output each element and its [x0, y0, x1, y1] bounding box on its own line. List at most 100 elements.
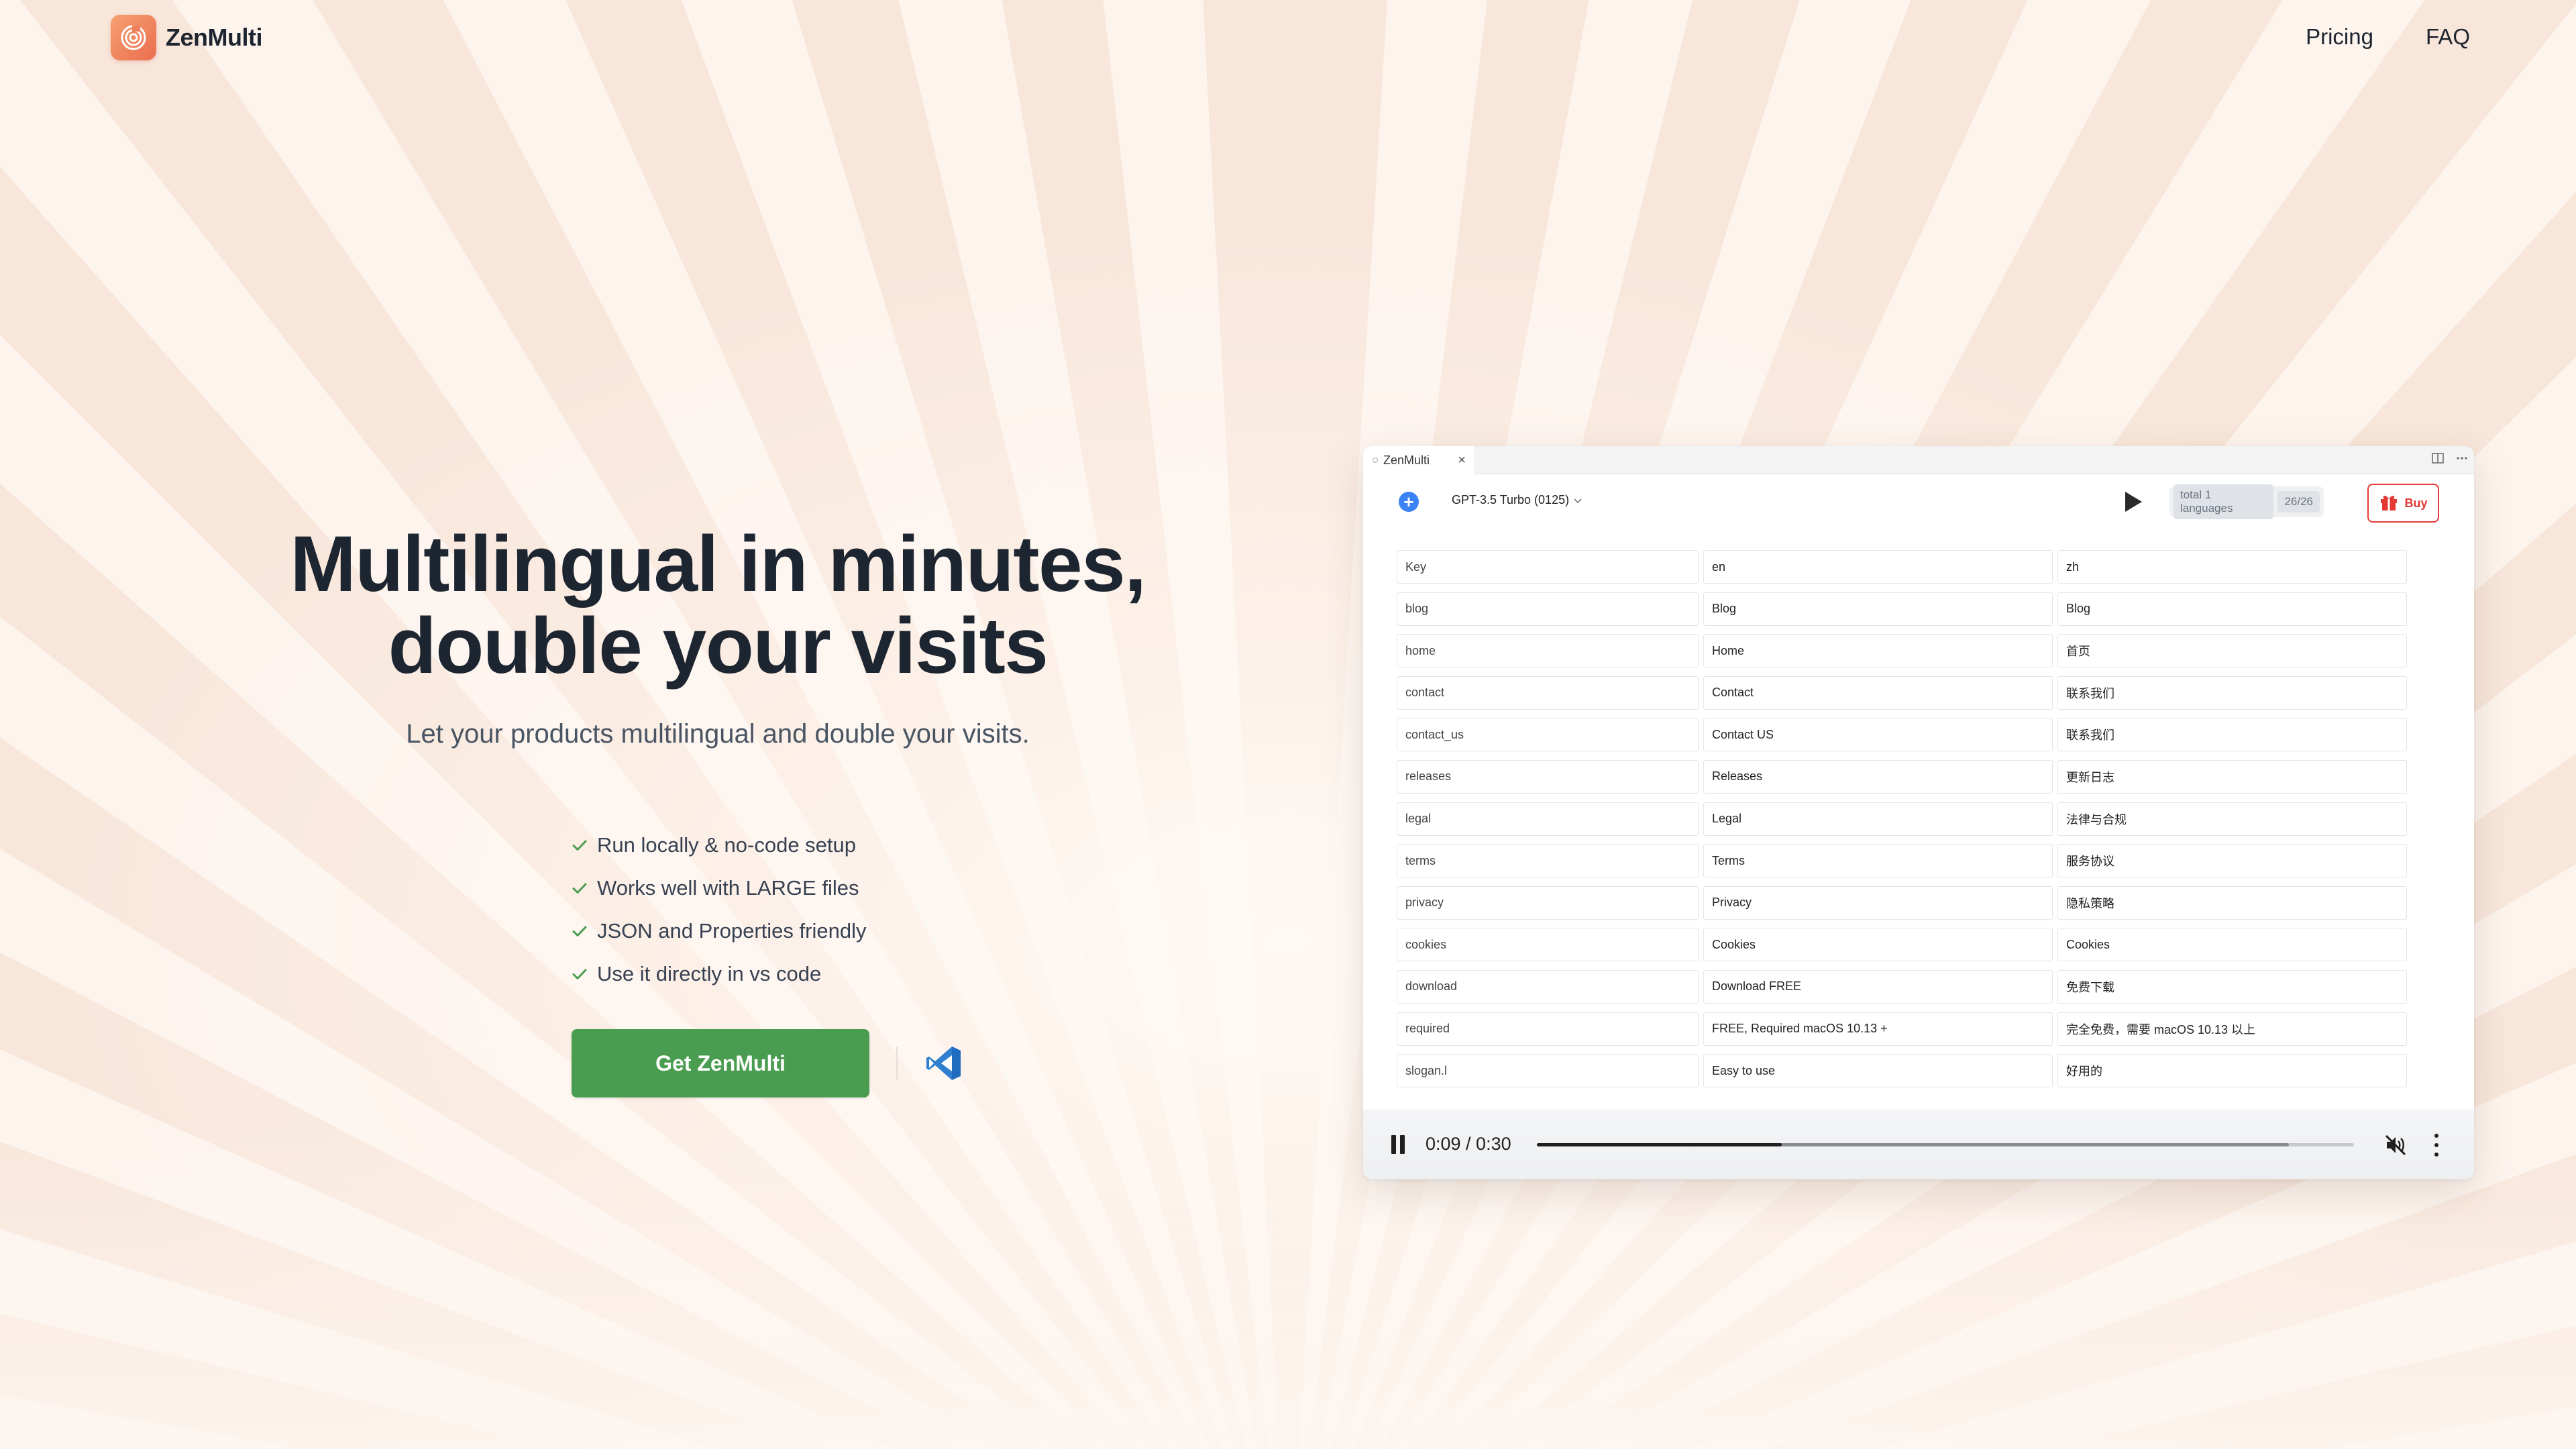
cta-row: Get ZenMulti — [572, 1029, 963, 1097]
key-cell[interactable]: releases — [1397, 759, 1699, 794]
en-cell[interactable]: Home — [1703, 634, 2053, 668]
en-cell[interactable]: Releases — [1703, 759, 2053, 794]
translation-table: Key en zh blog Blog Blog home Home 首页 co… — [1397, 550, 2410, 1096]
app-toolbar: + GPT-3.5 Turbo (0125) total 1 languages… — [1363, 474, 2474, 528]
video-progress-bar[interactable] — [1537, 1143, 2354, 1146]
zh-cell[interactable]: 联系我们 — [2057, 676, 2407, 710]
zh-cell[interactable]: 法律与合规 — [2057, 802, 2407, 836]
table-row: download Download FREE 免费下载 — [1397, 969, 2410, 1004]
check-icon — [570, 879, 589, 898]
divider — [896, 1047, 898, 1079]
table-row: home Home 首页 — [1397, 634, 2410, 668]
hero-subtitle: Let your products multilingual and doubl… — [406, 719, 1030, 749]
play-icon[interactable] — [2123, 490, 2143, 513]
site-header: ZenMulti Pricing FAQ — [0, 0, 2576, 75]
feature-item: Run locally & no-code setup — [570, 824, 866, 867]
zh-cell[interactable]: 联系我们 — [2057, 718, 2407, 752]
add-icon[interactable]: + — [1399, 492, 1419, 512]
brand-logo[interactable]: ZenMulti — [111, 15, 262, 60]
zh-cell[interactable]: 服务协议 — [2057, 844, 2407, 878]
feature-item: Works well with LARGE files — [570, 867, 866, 910]
en-cell[interactable]: Privacy — [1703, 885, 2053, 920]
more-actions-icon[interactable] — [2455, 451, 2469, 468]
feature-text: Works well with LARGE files — [597, 876, 859, 900]
chevron-down-icon — [1573, 495, 1582, 506]
tab-zenmulti[interactable]: ZenMulti × — [1363, 446, 1474, 474]
zh-cell[interactable]: 好用的 — [2057, 1054, 2407, 1088]
en-cell[interactable]: Contact US — [1703, 718, 2053, 752]
key-cell[interactable]: privacy — [1397, 885, 1699, 920]
language-status: total 1 languages 26/26 — [2169, 484, 2324, 519]
video-controls: 0:09 / 0:30 — [1363, 1110, 2474, 1179]
zh-cell[interactable]: 首页 — [2057, 634, 2407, 668]
languages-count-badge: total 1 languages — [2174, 484, 2274, 519]
table-row: contact Contact 联系我们 — [1397, 676, 2410, 710]
model-label: GPT-3.5 Turbo (0125) — [1452, 493, 1570, 506]
en-cell[interactable]: Download FREE — [1703, 969, 2053, 1004]
column-header-zh: zh — [2057, 550, 2407, 584]
key-cell[interactable]: contact_us — [1397, 718, 1699, 752]
table-row: cookies Cookies Cookies — [1397, 928, 2410, 962]
zh-cell[interactable]: 完全免费，需要 macOS 10.13 以上 — [2057, 1012, 2407, 1046]
feature-text: Run locally & no-code setup — [597, 833, 857, 857]
hero-title-line2: double your visits — [388, 602, 1049, 690]
key-cell[interactable]: required — [1397, 1012, 1699, 1046]
tab-actions — [2431, 451, 2469, 468]
get-zenmulti-button[interactable]: Get ZenMulti — [572, 1029, 869, 1097]
key-cell[interactable]: cookies — [1397, 928, 1699, 962]
en-cell[interactable]: Contact — [1703, 676, 2053, 710]
vscode-icon[interactable] — [924, 1044, 963, 1083]
zh-cell[interactable]: 免费下载 — [2057, 969, 2407, 1004]
feature-item: Use it directly in vs code — [570, 953, 866, 996]
key-cell[interactable]: home — [1397, 634, 1699, 668]
zh-cell[interactable]: 隐私策略 — [2057, 885, 2407, 920]
en-cell[interactable]: Legal — [1703, 802, 2053, 836]
feature-list: Run locally & no-code setup Works well w… — [570, 824, 866, 996]
app-window: ZenMulti × + GPT-3.5 Turbo (0125) total … — [1363, 446, 2474, 1179]
table-row: privacy Privacy 隐私策略 — [1397, 885, 2410, 920]
muted-volume-icon[interactable] — [2383, 1133, 2408, 1157]
table-row: releases Releases 更新日志 — [1397, 759, 2410, 794]
check-icon — [570, 922, 589, 941]
tab-close-icon[interactable]: × — [1458, 453, 1466, 468]
split-editor-icon[interactable] — [2431, 451, 2445, 468]
en-cell[interactable]: Cookies — [1703, 928, 2053, 962]
spiral-logo-icon — [111, 15, 156, 60]
en-cell[interactable]: Blog — [1703, 592, 2053, 626]
top-nav: Pricing FAQ — [2306, 24, 2470, 50]
en-cell[interactable]: Terms — [1703, 844, 2053, 878]
key-cell[interactable]: contact — [1397, 676, 1699, 710]
feature-text: Use it directly in vs code — [597, 962, 822, 985]
tab-dot-icon — [1373, 458, 1378, 463]
hero-section: Multilingual in minutes, double your vis… — [221, 523, 1214, 749]
nav-faq-link[interactable]: FAQ — [2426, 24, 2470, 50]
key-cell[interactable]: terms — [1397, 844, 1699, 878]
key-cell[interactable]: blog — [1397, 592, 1699, 626]
zh-cell[interactable]: 更新日志 — [2057, 759, 2407, 794]
progress-count-badge: 26/26 — [2277, 491, 2320, 513]
feature-item: JSON and Properties friendly — [570, 910, 866, 953]
zh-cell[interactable]: Blog — [2057, 592, 2407, 626]
key-cell[interactable]: legal — [1397, 802, 1699, 836]
column-header-en: en — [1703, 550, 2053, 584]
en-cell[interactable]: FREE, Required macOS 10.13 + — [1703, 1012, 2053, 1046]
table-row: legal Legal 法律与合规 — [1397, 802, 2410, 836]
buy-button[interactable]: Buy — [2367, 484, 2439, 523]
table-row: blog Blog Blog — [1397, 592, 2410, 626]
zh-cell[interactable]: Cookies — [2057, 928, 2407, 962]
pause-icon[interactable] — [1391, 1135, 1406, 1154]
nav-pricing-link[interactable]: Pricing — [2306, 24, 2373, 50]
table-row: required FREE, Required macOS 10.13 + 完全… — [1397, 1012, 2410, 1046]
key-cell[interactable]: slogan.l — [1397, 1054, 1699, 1088]
editor-tabbar: ZenMulti × — [1363, 446, 2474, 474]
feature-text: JSON and Properties friendly — [597, 919, 867, 943]
table-header-row: Key en zh — [1397, 550, 2410, 584]
gift-icon — [2379, 492, 2399, 515]
table-row: slogan.l Easy to use 好用的 — [1397, 1054, 2410, 1088]
en-cell[interactable]: Easy to use — [1703, 1054, 2053, 1088]
more-options-icon[interactable] — [2433, 1134, 2440, 1157]
hero-title: Multilingual in minutes, double your vis… — [221, 523, 1214, 687]
model-select[interactable]: GPT-3.5 Turbo (0125) — [1452, 493, 1582, 507]
video-played — [1537, 1143, 1782, 1146]
key-cell[interactable]: download — [1397, 969, 1699, 1004]
